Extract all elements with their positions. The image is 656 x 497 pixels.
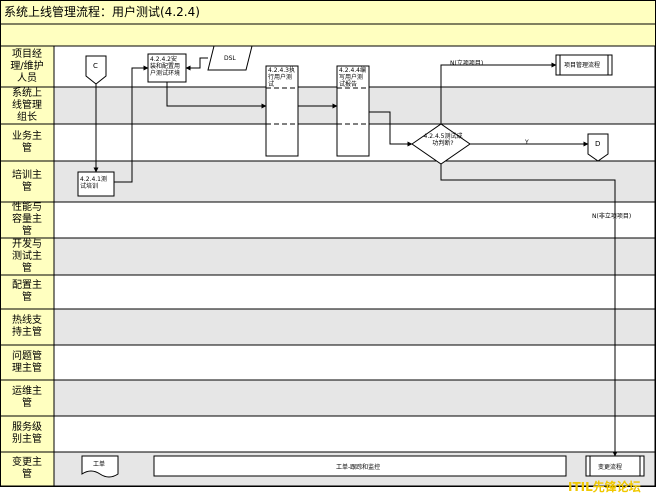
swimlane-label: 热线支 持主管 bbox=[12, 315, 42, 338]
edge-label-n-non-project: N(非立项项目) bbox=[592, 213, 632, 220]
swimlane-row bbox=[53, 344, 656, 381]
swimlane-row bbox=[53, 160, 656, 203]
swimlane-row bbox=[53, 274, 656, 310]
swimlane-label: 性能与 容量主 管 bbox=[12, 202, 42, 237]
swimlane-row bbox=[53, 201, 656, 239]
ticket-label: 工单 bbox=[93, 460, 105, 468]
watermark-text: ITIL先锋论坛 bbox=[568, 480, 641, 494]
step-4-2-4-1-label: 4.2.4.1测 试培训 bbox=[80, 176, 107, 190]
spacer-band bbox=[0, 23, 656, 47]
connector-c-label: C bbox=[93, 62, 98, 70]
swimlane-label: 系统上 线管理 组长 bbox=[12, 87, 42, 123]
swimlane-row bbox=[53, 379, 656, 417]
swimlane-label: 开发与 测试主 管 bbox=[12, 238, 42, 274]
dsl-label: DSL bbox=[224, 55, 236, 62]
connector-d-label: D bbox=[595, 140, 600, 148]
step-4-2-4-3-label: 4.2.4.3执 行用户测 试 bbox=[268, 67, 295, 88]
swimlane-label: 培训主 管 bbox=[12, 169, 42, 193]
swimlane-label: 问题管 理主管 bbox=[12, 350, 42, 374]
step-4-2-4-4-label: 4.2.4.4编 写用户测 试报告 bbox=[339, 67, 366, 88]
swimlane-row bbox=[53, 237, 656, 276]
swimlane-label: 业务主 管 bbox=[12, 130, 42, 154]
swimlane-label: 运维主 管 bbox=[12, 386, 42, 409]
edge-label-yes: Y bbox=[525, 139, 529, 146]
swimlane-label: 项目经 理/维护 人员 bbox=[10, 48, 44, 84]
swimlane-row bbox=[53, 308, 656, 346]
swimlane-row bbox=[53, 415, 656, 453]
step-4-2-4-2-label: 4.2.4.2安 装和配置用 户测试环境 bbox=[150, 56, 181, 77]
swimlane-label: 变更主 管 bbox=[12, 457, 42, 480]
swimlane-label: 配置主 管 bbox=[12, 280, 42, 303]
flowchart-canvas: 系统上线管理流程：用户测试(4.2.4) C DSL 项目管理流程 D 工单 工… bbox=[0, 0, 656, 497]
edge-label-n-project: N(立项项目) bbox=[450, 60, 484, 67]
change-process-label: 变更流程 bbox=[598, 463, 622, 471]
diagram-title: 系统上线管理流程：用户测试(4.2.4) bbox=[4, 4, 200, 19]
ticket-monitor-label: 工单-跟踪和监控 bbox=[336, 463, 380, 471]
swimlane-diagram: 系统上线管理流程：用户测试(4.2.4) C DSL 项目管理流程 D 工单 工… bbox=[0, 0, 656, 487]
decision-label: 4.2.4.5测试成 功判断? bbox=[423, 133, 463, 147]
project-process-label: 项目管理流程 bbox=[564, 61, 600, 69]
swimlane-label: 服务级 别主管 bbox=[12, 422, 42, 445]
